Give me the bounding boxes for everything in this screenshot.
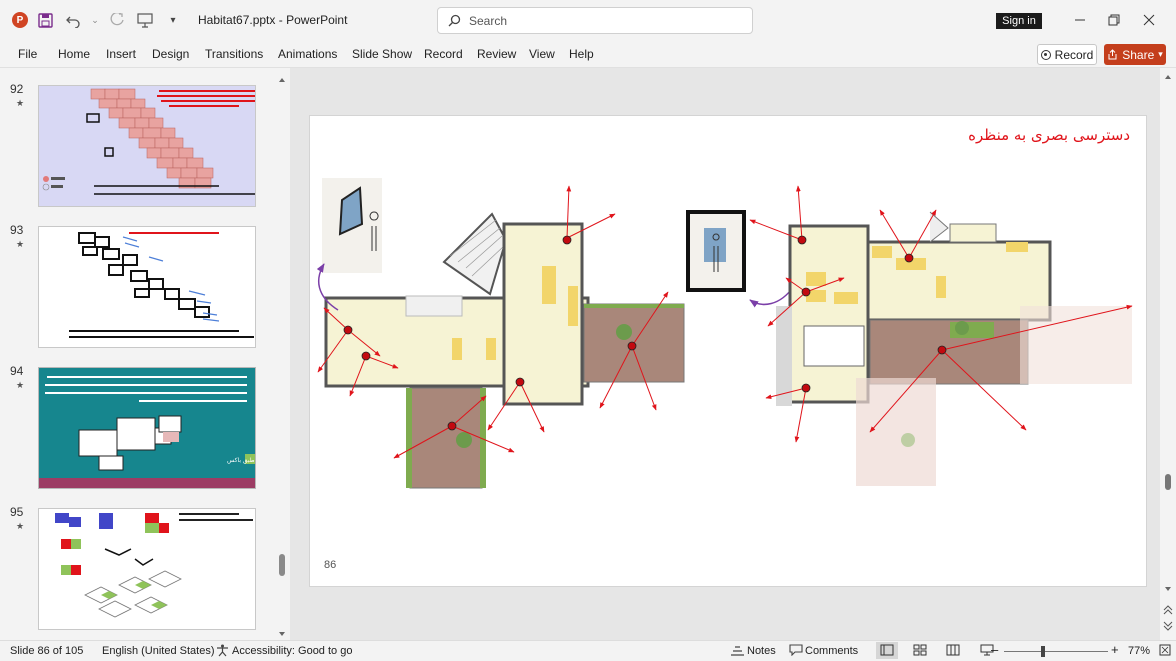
present-from-start-icon[interactable] bbox=[134, 9, 156, 31]
slide-thumbnail-95[interactable] bbox=[38, 508, 256, 630]
thumbnail-92-drawing bbox=[42, 88, 255, 195]
transition-star-icon: ★ bbox=[16, 239, 25, 249]
reading-view-icon[interactable] bbox=[946, 644, 960, 659]
slide-number: 92 bbox=[10, 82, 24, 96]
tab-file[interactable]: File bbox=[18, 47, 37, 61]
app-name: PowerPoint bbox=[286, 13, 348, 27]
record-button[interactable]: Record bbox=[1037, 44, 1097, 65]
title-bar: P ⌄ ▾ Habitat67.pptx - PowerPoint Search… bbox=[0, 0, 1176, 40]
chevron-down-icon: ▾ bbox=[1158, 49, 1163, 59]
close-icon[interactable] bbox=[1139, 10, 1159, 30]
thumbnail-94-caption: طبق باکس bbox=[227, 457, 255, 464]
slide-number: 94 bbox=[10, 364, 24, 378]
zoom-out-icon[interactable]: – bbox=[991, 642, 998, 657]
tab-help[interactable]: Help bbox=[569, 47, 594, 61]
powerpoint-logo-icon: P bbox=[12, 12, 28, 28]
slides-panel-scroll-thumb[interactable] bbox=[279, 554, 285, 576]
zoom-level[interactable]: 77% bbox=[1128, 645, 1150, 657]
language-indicator[interactable]: English (United States) bbox=[102, 645, 215, 657]
left-floor-plan bbox=[316, 178, 685, 489]
floor-plans-drawing bbox=[316, 178, 1133, 489]
tab-view[interactable]: View bbox=[529, 47, 555, 61]
accessibility-icon bbox=[216, 644, 229, 660]
ribbon-tabs: File Home Insert Design Transitions Anim… bbox=[0, 40, 1176, 68]
tab-home[interactable]: Home bbox=[58, 47, 90, 61]
share-button[interactable]: Share ▾ bbox=[1104, 44, 1166, 65]
normal-view-icon[interactable] bbox=[876, 642, 898, 659]
slide-thumbnail-94[interactable]: طبق باکس bbox=[38, 367, 256, 489]
scroll-up-icon[interactable] bbox=[278, 76, 286, 84]
thumbnail-95-drawing bbox=[55, 513, 253, 618]
restore-icon[interactable] bbox=[1104, 10, 1124, 30]
slide-page-number: 86 bbox=[324, 559, 337, 571]
slide-counter: Slide 86 of 105 bbox=[10, 645, 84, 657]
fit-to-window-icon[interactable] bbox=[1159, 644, 1171, 659]
slide-thumbnail-93[interactable] bbox=[38, 226, 256, 348]
scroll-up-icon[interactable] bbox=[1160, 72, 1176, 82]
search-placeholder: Search bbox=[469, 13, 508, 28]
search-icon bbox=[448, 14, 461, 27]
slides-panel: 92 ★ 93 ★ 94 ★ طبق باکس 95 ★ bbox=[0, 68, 290, 640]
app-badge-letter: P bbox=[16, 14, 24, 26]
tab-record[interactable]: Record bbox=[424, 47, 463, 61]
file-name: Habitat67.pptx bbox=[198, 13, 276, 27]
scroll-down-icon[interactable] bbox=[278, 630, 286, 638]
zoom-in-icon[interactable]: + bbox=[1111, 642, 1119, 657]
thumbnail-93-drawing bbox=[69, 232, 254, 338]
record-icon bbox=[1040, 49, 1051, 60]
comments-button[interactable]: Comments bbox=[805, 645, 858, 657]
share-icon bbox=[1108, 49, 1117, 60]
transition-star-icon: ★ bbox=[16, 98, 25, 108]
previous-slide-icon[interactable] bbox=[1160, 604, 1176, 616]
slide-thumbnail-92[interactable] bbox=[38, 85, 256, 207]
redo-icon[interactable] bbox=[106, 9, 128, 31]
save-icon[interactable] bbox=[34, 9, 56, 31]
next-slide-icon[interactable] bbox=[1160, 620, 1176, 632]
notes-button[interactable]: Notes bbox=[747, 645, 776, 657]
share-button-label: Share bbox=[1122, 47, 1155, 62]
right-floor-plan bbox=[686, 185, 1133, 486]
slide-editor: دسترسی بصری به منظره 86 bbox=[290, 68, 1160, 640]
tab-insert[interactable]: Insert bbox=[106, 47, 136, 61]
accessibility-status[interactable]: Accessibility: Good to go bbox=[232, 645, 352, 657]
editor-scroll-thumb[interactable] bbox=[1165, 474, 1171, 490]
current-slide[interactable]: دسترسی بصری به منظره 86 bbox=[309, 115, 1147, 587]
record-button-label: Record bbox=[1054, 47, 1094, 62]
document-title: Habitat67.pptx - PowerPoint bbox=[198, 13, 348, 27]
status-bar: Slide 86 of 105 English (United States) … bbox=[0, 640, 1176, 661]
notes-icon bbox=[730, 644, 745, 659]
zoom-slider[interactable] bbox=[1004, 651, 1108, 652]
comments-icon bbox=[789, 644, 803, 659]
minimize-icon[interactable] bbox=[1070, 10, 1090, 30]
zoom-slider-knob[interactable] bbox=[1040, 646, 1045, 657]
undo-dropdown-icon[interactable]: ⌄ bbox=[90, 9, 100, 31]
undo-icon[interactable] bbox=[62, 9, 84, 31]
tab-animations[interactable]: Animations bbox=[278, 47, 337, 61]
thumbnail-94-drawing: طبق باکس bbox=[39, 376, 255, 488]
customize-toolbar-icon[interactable]: ▾ bbox=[162, 9, 184, 31]
slide-number: 95 bbox=[10, 505, 24, 519]
slide-sorter-icon[interactable] bbox=[913, 644, 927, 659]
scroll-down-icon[interactable] bbox=[1160, 584, 1176, 594]
sign-in-button[interactable]: Sign in bbox=[996, 13, 1042, 29]
search-input[interactable]: Search bbox=[437, 7, 753, 34]
tab-review[interactable]: Review bbox=[477, 47, 516, 61]
slide-number: 93 bbox=[10, 223, 24, 237]
slides-panel-scrollbar[interactable] bbox=[278, 76, 286, 638]
tab-transitions[interactable]: Transitions bbox=[205, 47, 263, 61]
tab-design[interactable]: Design bbox=[152, 47, 189, 61]
editor-scrollbar[interactable] bbox=[1160, 68, 1176, 640]
transition-star-icon: ★ bbox=[16, 521, 25, 531]
transition-star-icon: ★ bbox=[16, 380, 25, 390]
tab-slide-show[interactable]: Slide Show bbox=[352, 47, 412, 61]
